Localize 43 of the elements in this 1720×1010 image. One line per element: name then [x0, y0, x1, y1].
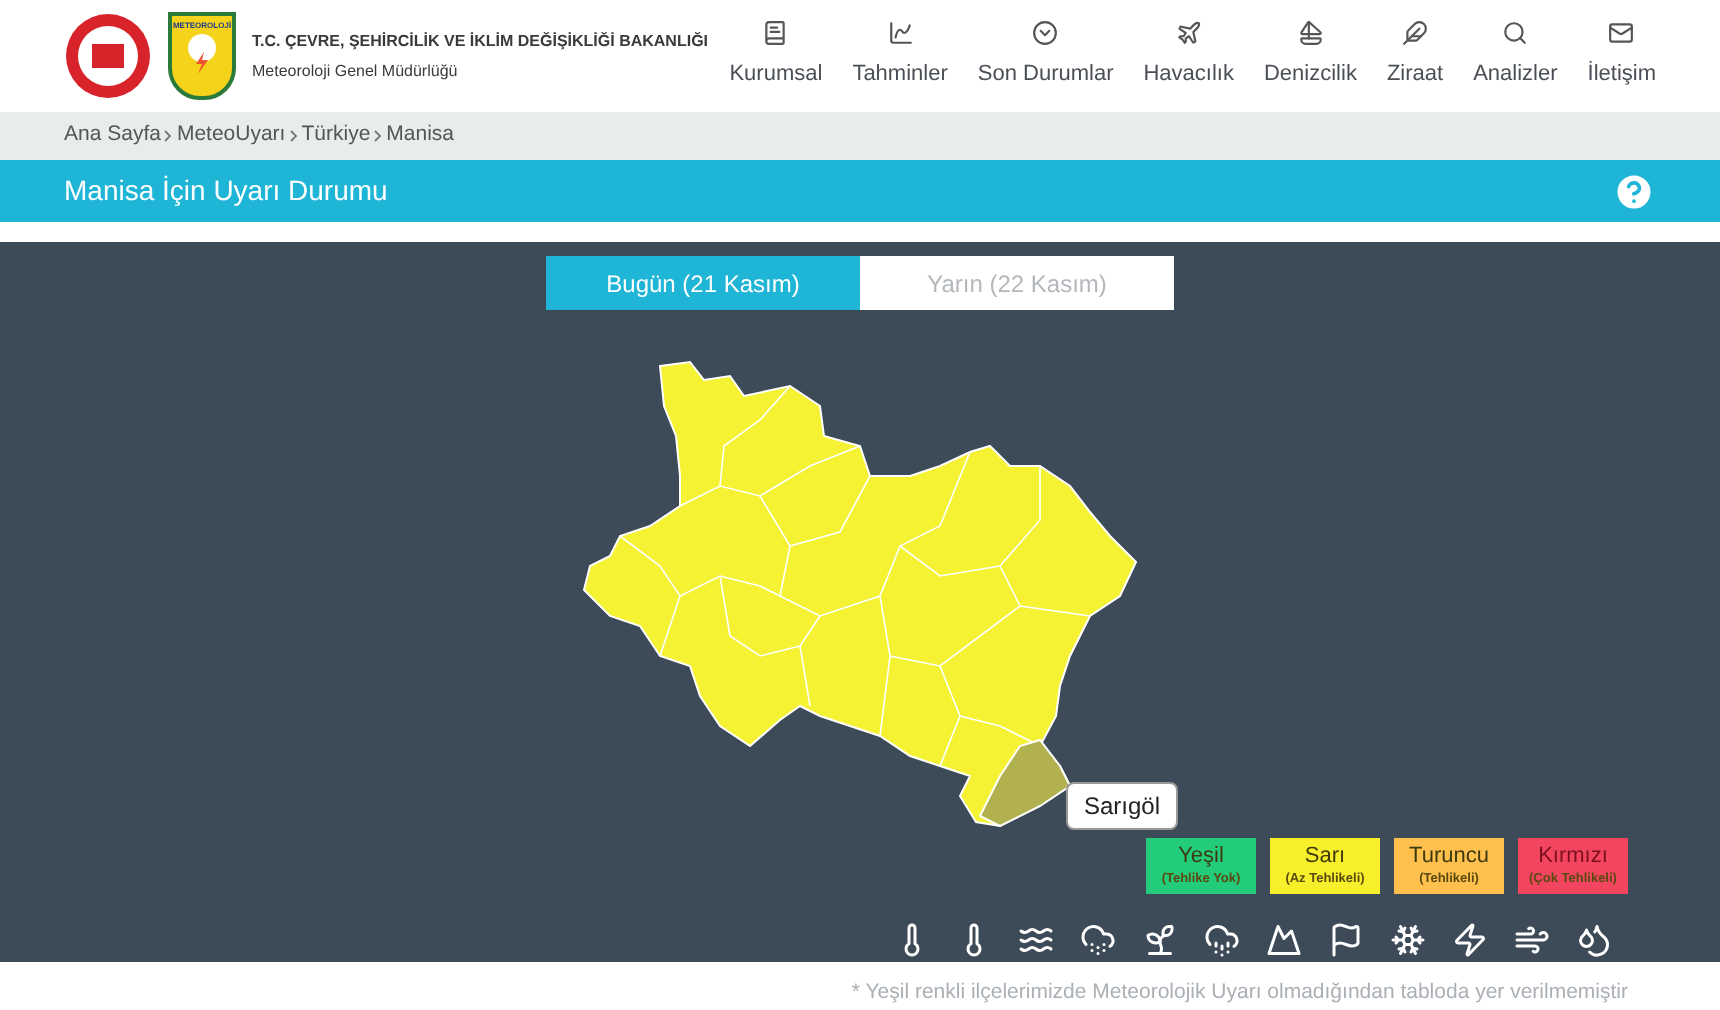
- nav-link[interactable]: Havacılık: [1143, 20, 1234, 92]
- district-shape[interactable]: [978, 739, 1072, 828]
- breadcrumb-link[interactable]: MeteoUyarı: [176, 120, 286, 152]
- mountain-icon[interactable]: [1266, 922, 1302, 959]
- breadcrumb-link[interactable]: Manisa: [386, 120, 455, 152]
- ministry-name: T.C. ÇEVRE, ŞEHİRCİLİK VE İKLİM DEĞİŞİKLİĞİ BAKANLIĞI: [252, 29, 709, 54]
- chevron-right-icon: [164, 130, 173, 143]
- chevron-right-icon: [289, 130, 298, 143]
- lightning-icon[interactable]: [1452, 922, 1488, 959]
- nav-link[interactable]: Ziraat: [1386, 20, 1444, 92]
- mail-icon: [1608, 20, 1635, 47]
- plane-icon: [1175, 20, 1202, 47]
- footnote: * Yeşil renkli ilçelerimizde Meteorolojik Uyarı olmadığından tabloda yer verilmemiştir: [851, 978, 1628, 1009]
- breadcrumb-link[interactable]: Türkiye: [301, 120, 371, 152]
- chart-icon: [887, 20, 914, 47]
- page-title: Manisa İçin Uyarı Durumu: [64, 172, 388, 211]
- nav-link[interactable]: İletişim: [1587, 20, 1656, 92]
- search-icon: [1502, 20, 1529, 47]
- snowflake-icon[interactable]: [1390, 922, 1426, 959]
- chevron-circle-icon: [1032, 20, 1059, 47]
- book-icon: [762, 20, 789, 47]
- wind-icon[interactable]: [1514, 922, 1550, 959]
- map-tooltip: Sarıgöl: [1066, 782, 1179, 831]
- flag-icon[interactable]: [1328, 922, 1364, 959]
- agency-name: Meteoroloji Genel Müdürlüğü: [252, 59, 460, 84]
- droplets-icon[interactable]: [1576, 922, 1612, 959]
- legend-label: Sarı: [1304, 844, 1346, 871]
- ministry-logo: [64, 12, 152, 101]
- snow-cloud-icon[interactable]: [1080, 922, 1116, 959]
- nav-link[interactable]: Kurumsal: [729, 20, 823, 92]
- breadcrumb-link[interactable]: Ana Sayfa: [64, 120, 161, 152]
- legend-label: Kırmızı: [1538, 844, 1608, 871]
- legend-label: Turuncu: [1409, 844, 1489, 871]
- nav-link[interactable]: Denizcilik: [1263, 20, 1357, 92]
- cloud-lightning-icon: [184, 32, 220, 77]
- hail-cloud-icon[interactable]: [1204, 922, 1240, 959]
- sailboat-icon: [1297, 20, 1324, 47]
- feather-icon: [1402, 20, 1429, 47]
- chevron-right-icon: [374, 130, 383, 143]
- nav-link[interactable]: Analizler: [1473, 20, 1558, 92]
- legend-label: Yeşil: [1178, 844, 1224, 871]
- nav-link[interactable]: Son Durumlar: [977, 20, 1114, 92]
- nav-link[interactable]: Tahminler: [852, 20, 948, 92]
